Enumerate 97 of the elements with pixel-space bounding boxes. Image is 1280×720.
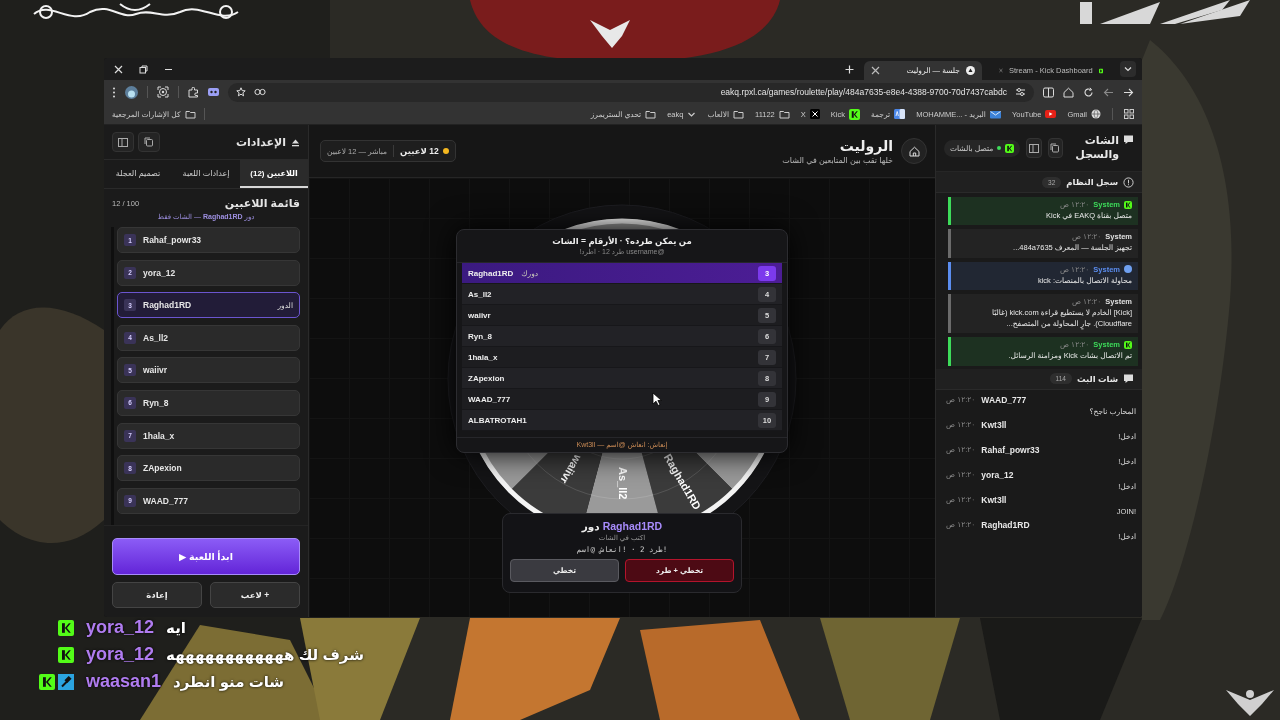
eject-icon bbox=[291, 137, 300, 147]
start-game-button[interactable]: ابدأ اللعبة ▶ bbox=[112, 538, 300, 575]
candidate-name: ALBATROTAH1 bbox=[468, 415, 527, 425]
profile-avatar-icon[interactable] bbox=[125, 85, 138, 99]
menu-icon[interactable] bbox=[112, 86, 116, 98]
player-count: 12 لاعبين bbox=[400, 146, 439, 156]
panel-title: الشات والسجل bbox=[1074, 134, 1119, 162]
sidebar-icon bbox=[1028, 143, 1039, 153]
chat-username: Kwt3ll bbox=[981, 419, 1007, 430]
sidebar-icon bbox=[118, 137, 128, 147]
chat-username: yora_12 bbox=[981, 469, 1014, 480]
player-name: Raghad1RD bbox=[143, 300, 193, 311]
player-name: ZApexion bbox=[143, 463, 183, 474]
chat-icon bbox=[1123, 134, 1134, 146]
settings-tab[interactable]: اللاعبين (12) bbox=[240, 160, 308, 188]
tab-close-icon[interactable] bbox=[871, 66, 880, 75]
overlay-username: yora_12 bbox=[86, 644, 155, 665]
settings-tab[interactable]: تصميم العجلة bbox=[104, 160, 172, 188]
folder-icon bbox=[645, 109, 657, 119]
panel-button[interactable] bbox=[112, 132, 134, 152]
link-icon[interactable] bbox=[254, 88, 266, 96]
envelope-icon bbox=[989, 109, 1001, 119]
dialog-title: من يمكن طرده؟ · الأرقام = الشات bbox=[552, 236, 692, 246]
page-title: الروليت bbox=[838, 137, 893, 154]
section-title: سجل النظام bbox=[1066, 177, 1118, 187]
candidate-name: Ryn_8 bbox=[468, 331, 492, 341]
overlay-username: yora_12 bbox=[86, 617, 155, 638]
player-name: 1hala_x bbox=[143, 430, 176, 441]
globe-icon bbox=[1091, 109, 1101, 119]
player-name: waiivr bbox=[143, 365, 169, 376]
folder-icon bbox=[184, 109, 196, 119]
chat-username: Rahaf_powr33 bbox=[981, 444, 1040, 455]
new-tab-icon[interactable] bbox=[845, 64, 854, 74]
settings-tab[interactable]: إعدادات اللعبة bbox=[172, 160, 240, 188]
section-title: شات البث bbox=[1076, 373, 1118, 384]
play-logo-icon bbox=[1045, 110, 1057, 118]
home-icon[interactable] bbox=[1063, 86, 1074, 98]
forward-icon[interactable] bbox=[1123, 86, 1134, 98]
star-icon[interactable] bbox=[236, 87, 246, 97]
apps-grid-icon[interactable] bbox=[1124, 109, 1134, 119]
copy-icon bbox=[1050, 143, 1061, 153]
panel-title: الإعدادات bbox=[235, 135, 286, 149]
info-icon bbox=[1123, 176, 1134, 188]
reset-button[interactable]: إعادة bbox=[112, 582, 202, 608]
eagle-logo-drawing bbox=[1226, 690, 1274, 716]
close-icon[interactable] bbox=[114, 64, 123, 74]
candidate-name: ZApexion bbox=[468, 373, 505, 383]
copy-icon bbox=[144, 137, 154, 147]
folder-icon bbox=[778, 109, 790, 119]
k-logo-icon bbox=[1005, 143, 1015, 153]
circle-favicon-icon bbox=[966, 66, 975, 75]
chat-username: Kwt3ll bbox=[981, 494, 1007, 505]
k-logo-icon bbox=[1124, 340, 1132, 349]
cursor-icon bbox=[652, 392, 662, 406]
overlay-message: شات منو انطرد bbox=[173, 672, 285, 691]
panel-button[interactable] bbox=[138, 132, 160, 152]
candidate-name: As_ll2 bbox=[468, 289, 492, 299]
globe-icon bbox=[1124, 265, 1132, 273]
back-icon[interactable] bbox=[1103, 86, 1114, 98]
player-name: WAAD_777 bbox=[143, 495, 189, 506]
overlay-message: ايه bbox=[166, 618, 186, 637]
player-name: Rahaf_powr33 bbox=[143, 235, 203, 245]
candidate-name: 1hala_x bbox=[468, 352, 498, 362]
extension-icon[interactable] bbox=[208, 87, 219, 97]
k-logo-icon bbox=[849, 108, 860, 120]
home-icon bbox=[908, 145, 920, 157]
status-dot-icon bbox=[442, 148, 449, 154]
chat-icon bbox=[1123, 373, 1134, 384]
split-view-icon[interactable] bbox=[1043, 86, 1054, 98]
chat-username: WAAD_777 bbox=[981, 394, 1027, 405]
k-logo-icon bbox=[1124, 200, 1132, 209]
reload-icon[interactable] bbox=[1083, 86, 1094, 98]
puzzle-icon[interactable] bbox=[188, 86, 199, 98]
home-button[interactable] bbox=[901, 138, 927, 164]
overlay-message: شرف لك ههههههههههههه bbox=[166, 645, 364, 664]
add-player-button[interactable]: + لاعب bbox=[210, 582, 300, 608]
candidate-name: WAAD_777 bbox=[468, 394, 511, 404]
player-name: As_ll2 bbox=[143, 332, 170, 343]
site-settings-icon[interactable] bbox=[1015, 87, 1026, 97]
candidate-name: Raghad1RD bbox=[468, 268, 514, 278]
chat-username: Raghad1RD bbox=[981, 519, 1030, 530]
lens-icon[interactable] bbox=[157, 86, 169, 98]
folder-icon bbox=[733, 109, 745, 119]
panel-button[interactable] bbox=[1047, 138, 1063, 158]
panel-button[interactable] bbox=[1026, 138, 1042, 158]
tab-list-icon[interactable] bbox=[1120, 61, 1136, 77]
x-logo-icon bbox=[809, 109, 820, 119]
page-subtitle: خلها تقب بين المتابعين في الشات bbox=[782, 155, 893, 165]
player-name: Ryn_8 bbox=[143, 397, 170, 408]
candidate-name: waiivr bbox=[468, 310, 491, 320]
translate-icon bbox=[894, 109, 906, 119]
wheel-label: As_ll2 bbox=[617, 467, 630, 500]
player-name: yora_12 bbox=[143, 267, 177, 278]
restore-icon[interactable] bbox=[139, 64, 148, 74]
overlay-username: waasan1 bbox=[86, 671, 162, 692]
list-title: قائمة اللاعبين bbox=[224, 197, 300, 210]
address-bar[interactable]: eakq.rpxl.ca/games/roulette/play/484a7635-e8e4-4388-9700-70d7437cabdc bbox=[228, 82, 1034, 102]
